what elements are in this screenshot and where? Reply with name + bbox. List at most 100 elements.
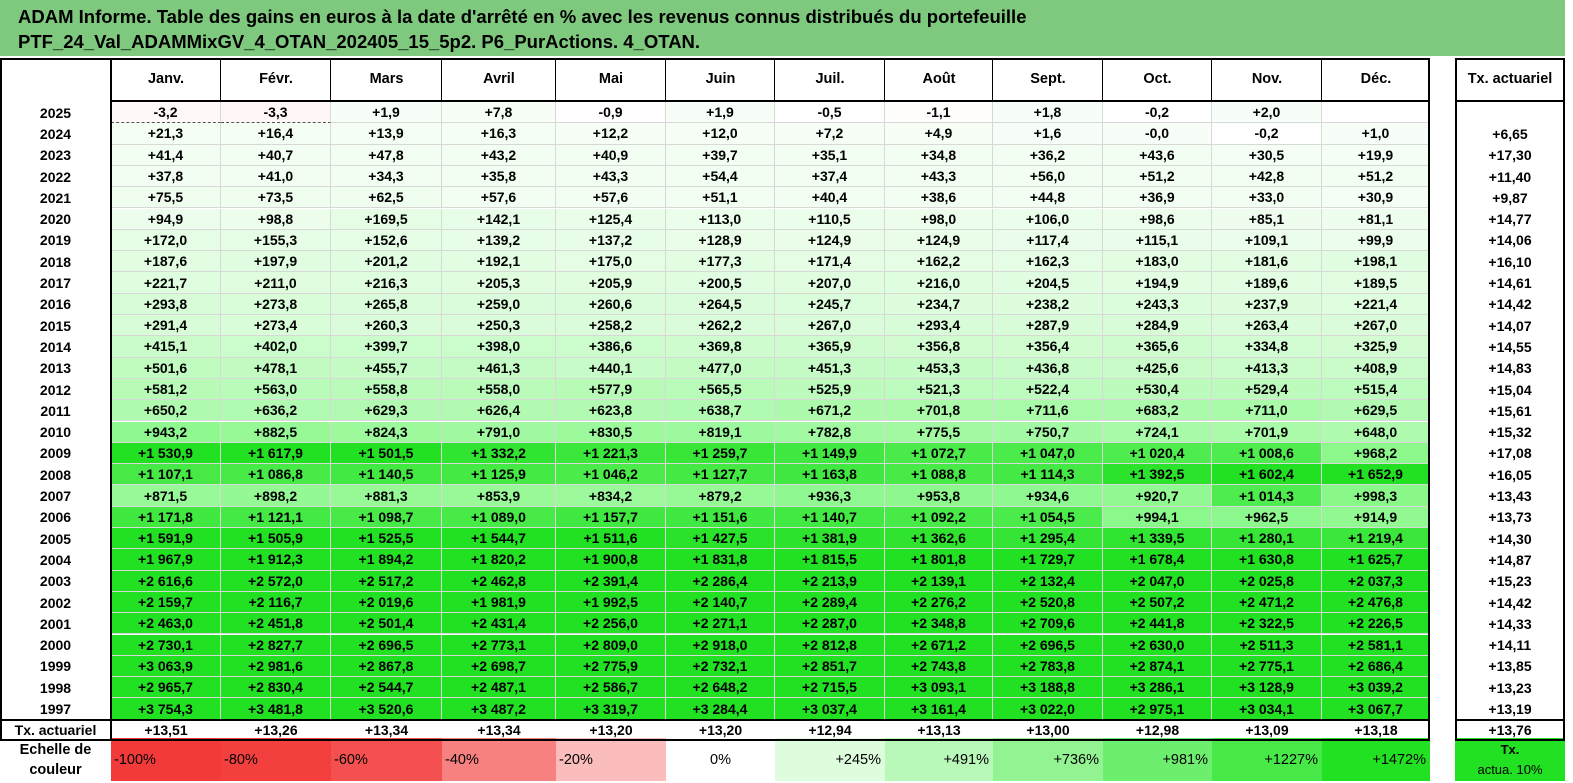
table-cell: +216,0 (885, 272, 993, 294)
rate-cell: +9,87 (1492, 189, 1528, 206)
table-cell: +2 581,1 (1322, 634, 1430, 656)
rate-swatch-line-2: actua. 10% (1477, 761, 1543, 777)
table-cell: -0,2 (1212, 123, 1322, 145)
table-cell: +3 022,0 (993, 698, 1103, 720)
table-cell: +1 008,6 (1212, 442, 1322, 465)
month-header: Mai (556, 58, 666, 102)
color-scale-step: -20% (556, 738, 666, 781)
table-cell: +3 093,1 (885, 677, 993, 699)
table-cell: +994,1 (1103, 506, 1212, 528)
color-scale-step: +491% (885, 738, 993, 781)
table-cell: +1 114,3 (993, 464, 1103, 486)
table-cell: +2 471,2 (1212, 591, 1322, 614)
table-cell: +1 332,2 (442, 442, 556, 465)
table-cell: +1 820,2 (442, 549, 556, 571)
table-cell: +1 259,7 (666, 442, 775, 465)
table-cell: +139,2 (442, 229, 556, 252)
table-cell: +369,8 (666, 336, 775, 358)
table-cell: +1 149,9 (775, 442, 885, 465)
rate-cell: +13,85 (1488, 658, 1532, 675)
table-cell: +172,0 (111, 229, 221, 252)
table-cell: +258,2 (556, 315, 666, 337)
table-cell: +1 392,5 (1103, 464, 1212, 486)
rate-header: Tx. actuariel (1455, 58, 1565, 102)
table-cell: +205,3 (442, 272, 556, 294)
table-cell: +1 678,4 (1103, 549, 1212, 571)
table-cell: +94,9 (111, 208, 221, 230)
table-cell: +2 827,7 (221, 634, 331, 656)
table-cell: +44,8 (993, 187, 1103, 209)
table-cell: +2 520,8 (993, 591, 1103, 614)
table-cell: +216,3 (331, 272, 442, 294)
table-cell: +577,9 (556, 378, 666, 401)
table-cell: +455,7 (331, 357, 442, 379)
table-cell: +2 783,8 (993, 655, 1103, 678)
table-cell: +1 014,3 (1212, 485, 1322, 507)
year-label: 2005 (39, 530, 72, 547)
table-cell: +529,4 (1212, 378, 1322, 401)
month-header: Juil. (775, 58, 885, 102)
table-cell: +2 775,1 (1212, 655, 1322, 678)
table-cell: +2 812,8 (775, 634, 885, 656)
table-cell: +558,0 (442, 378, 556, 401)
year-label: 2022 (39, 168, 72, 185)
table-cell: +2 276,2 (885, 591, 993, 614)
table-cell: +920,7 (1103, 485, 1212, 507)
rate-cell: +15,04 (1488, 381, 1532, 398)
table-cell: +1 381,9 (775, 528, 885, 550)
table-cell: +2 867,8 (331, 655, 442, 678)
table-cell: +629,3 (331, 400, 442, 422)
table-cell: +1 127,7 (666, 464, 775, 486)
color-scale-step: +245% (775, 738, 885, 781)
table-cell: +62,5 (331, 187, 442, 209)
table-cell: +934,6 (993, 485, 1103, 507)
table-cell: +40,4 (775, 187, 885, 209)
rate-cell (1455, 102, 1565, 123)
table-cell: +2 140,7 (666, 591, 775, 614)
table-cell: +2 965,7 (111, 677, 221, 699)
table-cell: +1,0 (1322, 123, 1430, 145)
table-cell: +1 171,8 (111, 506, 221, 528)
table-cell: +2 322,5 (1212, 613, 1322, 635)
table-cell: +125,4 (556, 208, 666, 230)
month-header: Févr. (221, 58, 331, 102)
rate-cell: +6,65 (1492, 125, 1528, 142)
table-cell: +623,8 (556, 400, 666, 422)
table-cell: +2 501,4 (331, 613, 442, 635)
table-cell: +128,9 (666, 229, 775, 252)
color-scale-step: +736% (993, 738, 1103, 781)
table-cell: +260,6 (556, 293, 666, 315)
table-cell: +192,1 (442, 251, 556, 273)
table-cell: +953,8 (885, 485, 993, 507)
table-cell: +1 072,7 (885, 442, 993, 465)
table-cell: +35,8 (442, 165, 556, 188)
table-cell: +3 067,7 (1322, 698, 1430, 720)
table-cell: +30,5 (1212, 144, 1322, 166)
table-cell: +834,2 (556, 485, 666, 507)
rate-cell: +15,32 (1488, 424, 1532, 441)
table-cell: +175,0 (556, 251, 666, 273)
table-cell: +636,2 (221, 400, 331, 422)
table-cell: +1 617,9 (221, 442, 331, 465)
table-cell: +245,7 (775, 293, 885, 315)
table-cell: +2 732,1 (666, 655, 775, 678)
table-cell: +2 487,1 (442, 677, 556, 699)
table-cell: +563,0 (221, 378, 331, 401)
table-cell: -3,2 (111, 102, 221, 124)
year-label: 2002 (39, 594, 72, 611)
table-cell: +2 775,9 (556, 655, 666, 678)
rate-cell: +15,61 (1488, 402, 1532, 419)
table-cell: +2 213,9 (775, 570, 885, 592)
rate-cell: +15,23 (1488, 573, 1532, 590)
table-cell: +207,0 (775, 272, 885, 294)
table-cell: +189,6 (1212, 272, 1322, 294)
table-cell: +2 256,0 (556, 613, 666, 635)
table-cell: +451,3 (775, 357, 885, 379)
table-cell: +1 221,3 (556, 442, 666, 465)
rate-cell: +16,10 (1488, 253, 1532, 270)
year-label: 1997 (39, 701, 72, 718)
table-cell: +221,7 (111, 272, 221, 294)
year-label: 2009 (39, 445, 72, 462)
table-cell: +2 696,5 (993, 634, 1103, 656)
table-cell: +43,2 (442, 144, 556, 166)
